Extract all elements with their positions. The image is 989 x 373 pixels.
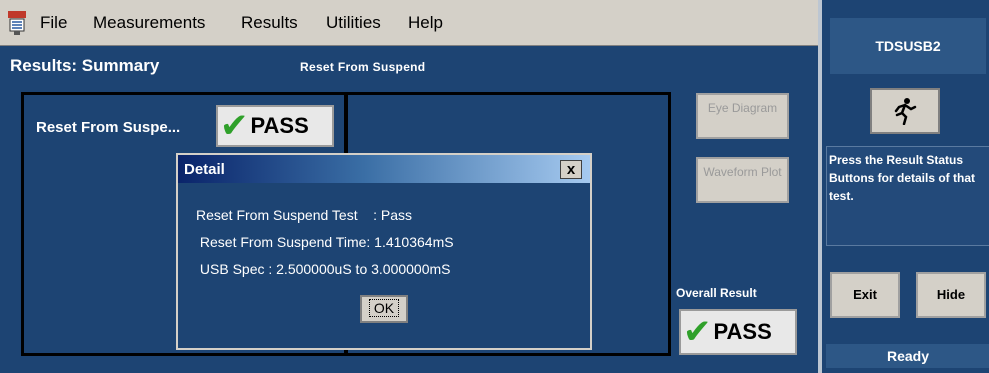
- running-man-icon: [894, 98, 917, 126]
- app-logo-icon: [8, 11, 26, 35]
- detail-dialog: Detail x Reset From Suspend Test : Pass …: [176, 153, 592, 350]
- overall-result-text: PASS: [713, 319, 772, 344]
- help-text: Press the Result Status Buttons for deta…: [826, 146, 989, 246]
- page-title: Results: Summary: [10, 56, 160, 75]
- checkmark-icon: ✔: [220, 106, 249, 146]
- side-panel: TDSUSB2 Press the Result Status Buttons …: [818, 0, 989, 373]
- exit-button[interactable]: Exit: [830, 272, 900, 318]
- eye-diagram-button[interactable]: Eye Diagram: [696, 93, 789, 139]
- main-window: File Measurements Results Utilities Help…: [0, 0, 818, 373]
- detail-line-test: Reset From Suspend Test : Pass: [196, 207, 413, 223]
- test-name-label: Reset From Suspe...: [36, 119, 181, 136]
- page-subtitle: Reset From Suspend: [300, 60, 426, 74]
- checkmark-icon: ✔: [683, 312, 712, 352]
- test-result-button[interactable]: ✔ PASS: [216, 105, 334, 147]
- app-name: TDSUSB2: [830, 18, 986, 74]
- dialog-title-bar[interactable]: Detail x: [178, 155, 590, 183]
- menu-results[interactable]: Results: [241, 13, 298, 33]
- menu-bar: File Measurements Results Utilities Help: [0, 0, 818, 46]
- hide-button[interactable]: Hide: [916, 272, 986, 318]
- run-button[interactable]: [870, 88, 940, 134]
- waveform-plot-button[interactable]: Waveform Plot: [696, 157, 789, 203]
- menu-file[interactable]: File: [40, 13, 67, 33]
- status-text: Ready: [826, 344, 989, 368]
- menu-utilities[interactable]: Utilities: [326, 13, 381, 33]
- detail-line-time: Reset From Suspend Time: 1.410364mS: [196, 234, 454, 250]
- menu-measurements[interactable]: Measurements: [93, 13, 205, 33]
- overall-result-label: Overall Result: [676, 286, 757, 300]
- test-result-text: PASS: [250, 113, 309, 138]
- detail-line-spec: USB Spec : 2.500000uS to 3.000000mS: [196, 261, 451, 277]
- ok-button-label: OK: [368, 299, 400, 317]
- overall-result-button[interactable]: ✔ PASS: [679, 309, 797, 355]
- dialog-title: Detail: [184, 161, 225, 178]
- close-button[interactable]: x: [560, 160, 582, 179]
- close-icon: x: [566, 161, 576, 178]
- ok-button[interactable]: OK: [360, 295, 408, 323]
- menu-help[interactable]: Help: [408, 13, 443, 33]
